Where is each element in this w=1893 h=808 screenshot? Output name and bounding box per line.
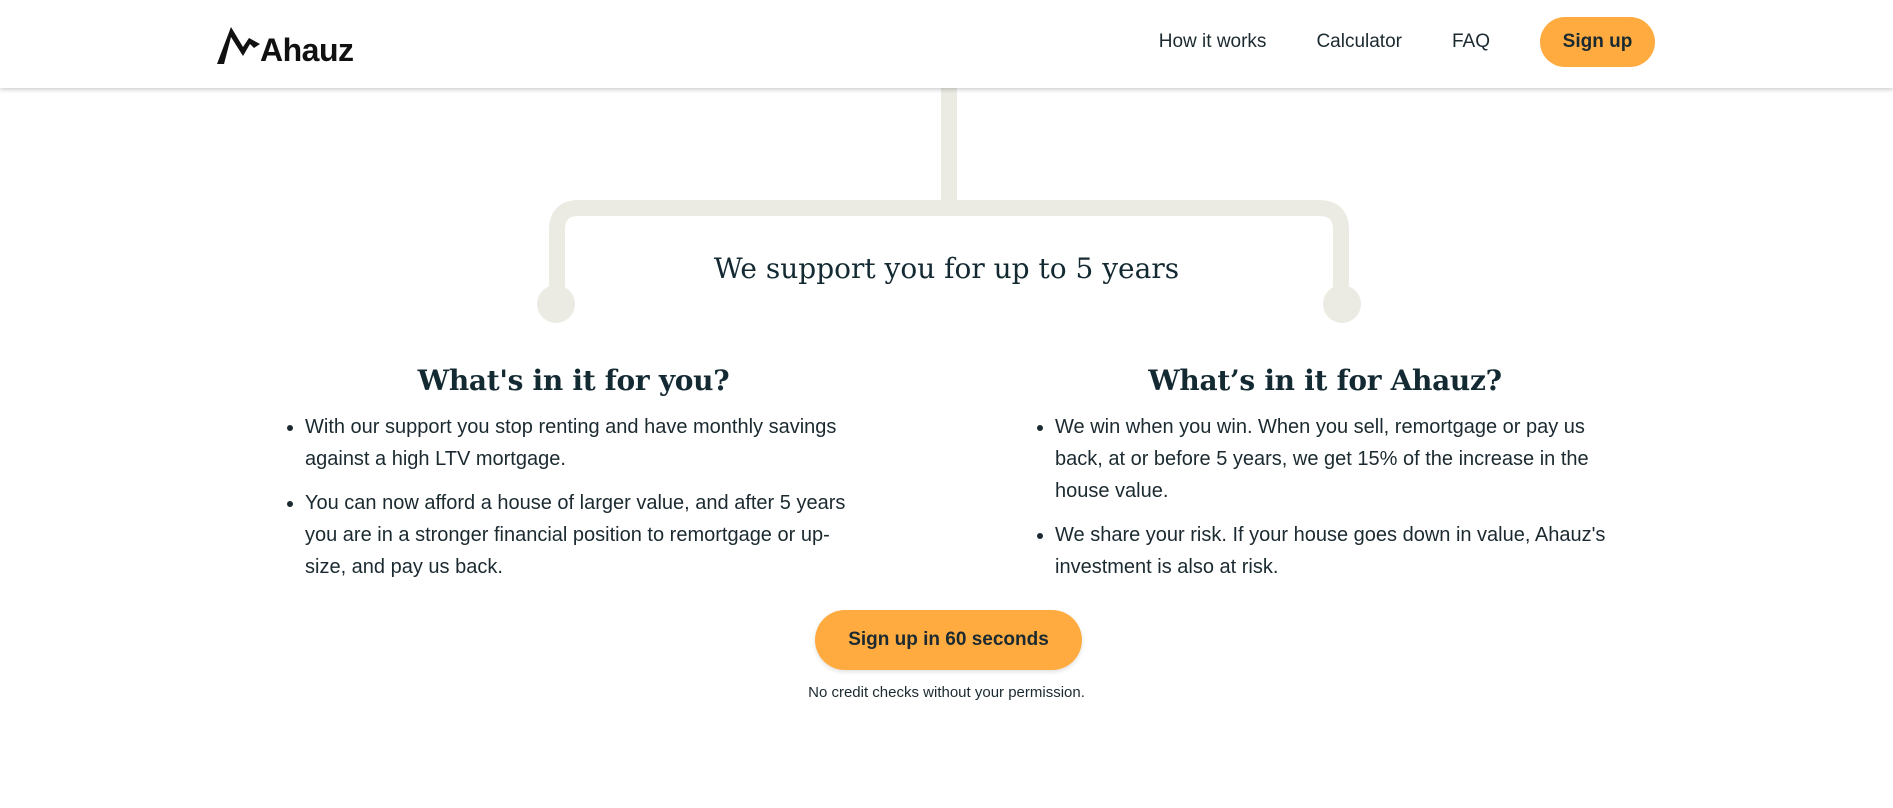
nav-faq[interactable]: FAQ [1452, 31, 1490, 53]
credit-check-disclaimer: No credit checks without your permission… [808, 684, 1085, 701]
site-header: Ahauz How it works Calculator FAQ Sign u… [0, 0, 1893, 88]
connector-dot-right [1323, 285, 1361, 323]
logo-text: Ahauz [260, 32, 354, 68]
header-signup-button[interactable]: Sign up [1540, 17, 1655, 67]
benefits-for-ahauz-title: What’s in it for Ahauz? [1148, 364, 1502, 397]
connector-dot-left [537, 285, 575, 323]
main-nav: How it works Calculator FAQ Sign up [1159, 17, 1655, 67]
benefits-for-you: What's in it for you? With our support y… [280, 364, 867, 595]
benefits-for-ahauz: What’s in it for Ahauz? We win when you … [1030, 364, 1620, 595]
benefits-for-you-list: With our support you stop renting and ha… [280, 411, 867, 583]
benefits-for-ahauz-list: We win when you win. When you sell, remo… [1030, 411, 1620, 583]
signup-cta-button[interactable]: Sign up in 60 seconds [815, 610, 1082, 670]
nav-calculator[interactable]: Calculator [1316, 31, 1402, 53]
list-item: We win when you win. When you sell, remo… [1055, 411, 1620, 507]
house-roof-logo-icon [217, 27, 260, 64]
list-item: We share your risk. If your house goes d… [1055, 519, 1620, 583]
nav-how-it-works[interactable]: How it works [1159, 31, 1267, 53]
support-title: We support you for up to 5 years [713, 252, 1180, 285]
ahauz-logo[interactable]: Ahauz [216, 22, 354, 66]
benefits-for-you-title: What's in it for you? [417, 364, 730, 397]
list-item: With our support you stop renting and ha… [305, 411, 867, 475]
list-item: You can now afford a house of larger val… [305, 487, 867, 583]
